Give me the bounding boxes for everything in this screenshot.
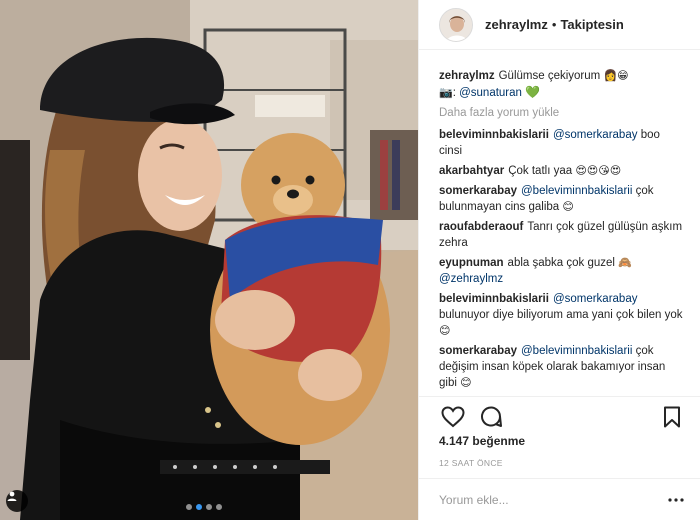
green-heart-emoji: 💚: [525, 85, 541, 99]
comment-text: Çok tatlı yaa: [508, 165, 573, 177]
bookmark-icon: [664, 406, 680, 427]
author-username[interactable]: zehraylmz: [485, 17, 548, 32]
comment-item: somerkarabay @beleviminnbakislarii çok bu…: [439, 183, 684, 215]
follow-state[interactable]: Takiptesin: [560, 17, 623, 32]
comment-mention[interactable]: @zehraylmz: [439, 273, 503, 285]
comment-username[interactable]: somerkarabay: [439, 345, 517, 357]
caption-username[interactable]: zehraylmz: [439, 70, 495, 82]
comment-item: eyupnuman abla şabka çok guzel 🙈 @zehrayl…: [439, 255, 684, 287]
avatar-image: [440, 8, 472, 41]
save-button[interactable]: [658, 403, 686, 431]
comment-username[interactable]: beleviminnbakislarii: [439, 293, 549, 305]
likes-count[interactable]: 4.147 beğenme: [439, 434, 525, 448]
camera-emoji: 📷: [439, 86, 453, 99]
post-sidebar: zehraylmz • Takiptesin zehraylmz Gülümse çe…: [418, 0, 700, 520]
more-options-button[interactable]: [666, 490, 686, 510]
caption-emoji: 👩: [603, 69, 618, 82]
comment-item: akarbahtyar Çok tatlı yaa 😍😍😘😍: [439, 163, 684, 179]
add-comment-bar: [419, 478, 700, 520]
comment-item: beleviminnbakislarii @somerkarabay bulunu…: [439, 291, 684, 339]
post-header: zehraylmz • Takiptesin: [419, 0, 700, 50]
comment-emoji: 😊: [562, 200, 574, 213]
comment-item: somerkarabay @beleviminnbakislarii çok de…: [439, 343, 684, 391]
comment-emoji: 😍😍😘😍: [575, 164, 622, 177]
comment-text: bulunuyor diye biliyorum ama yani çok bi…: [439, 309, 683, 321]
comment-username[interactable]: beleviminnbakislarii: [439, 129, 549, 141]
caption: zehraylmz Gülümse çekiyorum 👩😁 📷: @sunatu…: [439, 68, 684, 101]
comment-mention[interactable]: @beleviminnbakislarii: [521, 345, 632, 357]
comment-button[interactable]: [477, 403, 505, 431]
header-text: zehraylmz • Takiptesin: [485, 17, 624, 32]
comment-emoji: 🙈: [618, 256, 632, 269]
action-bar: [419, 396, 700, 436]
comment-mention[interactable]: @somerkarabay: [553, 293, 638, 305]
comment-mention[interactable]: @somerkarabay: [553, 129, 638, 141]
carousel-dot-active: [196, 504, 202, 510]
post-timestamp[interactable]: 12 SAAT ÖNCE: [439, 458, 503, 468]
comment-username[interactable]: somerkarabay: [439, 185, 517, 197]
comment-emoji: 😊: [439, 324, 451, 337]
comment-username[interactable]: akarbahtyar: [439, 165, 504, 177]
caption-separator: :: [452, 87, 456, 99]
comment-item: raoufabderaouf Tanrı çok güzel gülüşün aş…: [439, 219, 684, 251]
speech-bubble-icon: [481, 406, 502, 427]
carousel-dot: [186, 504, 192, 510]
comments-list: zehraylmz Gülümse çekiyorum 👩😁 📷: @sunatu…: [419, 60, 700, 396]
more-dots-icon: [668, 497, 684, 502]
caption-mention[interactable]: @sunaturan: [459, 87, 522, 99]
comment-item: beleviminnbakislarii @somerkarabay boo ci…: [439, 127, 684, 159]
heart-outline-icon: [441, 405, 465, 427]
photo-illustration: [0, 0, 418, 520]
comment-username[interactable]: eyupnuman: [439, 257, 504, 269]
post-photo[interactable]: [0, 0, 418, 520]
carousel-dot: [206, 504, 212, 510]
caption-text: Gülümse çekiyorum: [498, 70, 601, 82]
separator-dot: •: [551, 17, 557, 32]
comment-emoji: 😊: [460, 376, 472, 389]
user-tag-icon[interactable]: [6, 490, 28, 512]
comment-input[interactable]: [439, 492, 666, 507]
load-more-comments-link[interactable]: Daha fazla yorum yükle: [439, 107, 684, 119]
like-button[interactable]: [439, 403, 467, 431]
author-avatar[interactable]: [439, 7, 473, 42]
carousel-dot: [216, 504, 222, 510]
carousel-indicator: [186, 504, 222, 510]
comment-mention[interactable]: @beleviminnbakislarii: [521, 185, 632, 197]
comment-text: abla şabka çok guzel: [507, 257, 615, 269]
comment-username[interactable]: raoufabderaouf: [439, 221, 523, 233]
caption-emoji: 😁: [617, 69, 629, 82]
